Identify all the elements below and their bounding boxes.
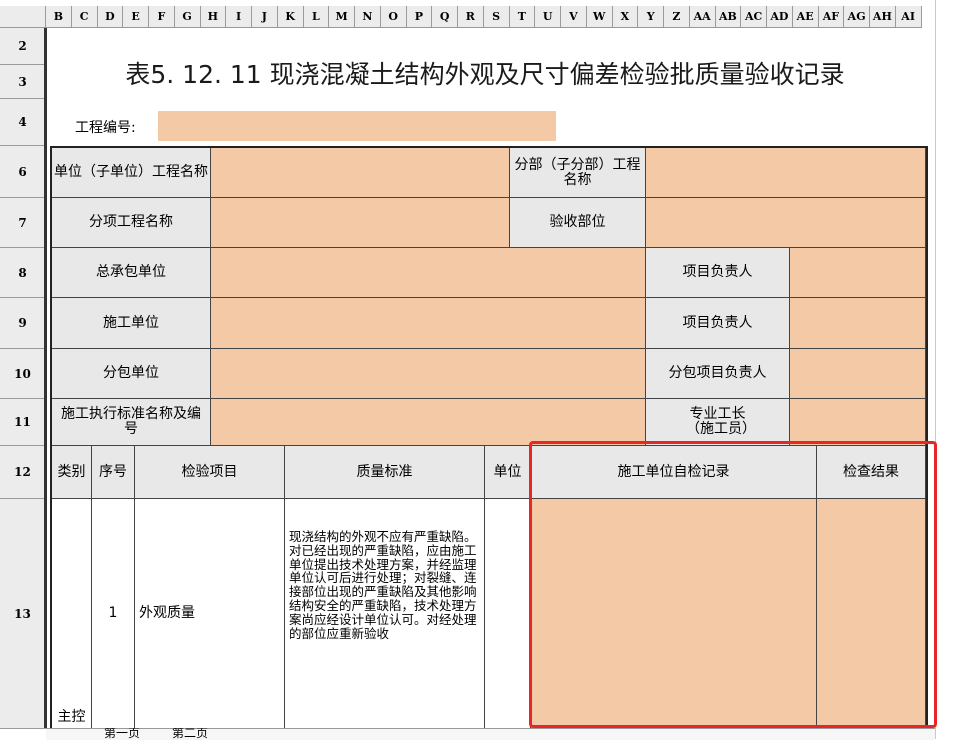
column-header-y[interactable]: Y [638,6,664,28]
standard-text: 现浇结构的外观不应有严重缺陷。对已经出现的严重缺陷，应由施工单位提出技术处理方案… [289,529,477,641]
column-header-aa[interactable]: AA [689,6,716,28]
column-header-i[interactable]: I [226,6,252,28]
column-header-h[interactable]: H [200,6,227,28]
construction-unit-input[interactable] [211,298,646,349]
item-project-label: 分项工程名称 [52,198,211,248]
sub-contractor-label: 分包单位 [52,349,211,399]
column-header-ai[interactable]: AI [895,6,922,28]
header-item: 检验项目 [135,446,285,499]
header-standard: 质量标准 [285,446,485,499]
column-header-d[interactable]: D [97,6,124,28]
sheet-tab-2[interactable]: 第二页 [172,728,208,739]
column-header-f[interactable]: F [149,6,175,28]
row-header-8[interactable]: 8 [0,248,46,298]
header-self-check: 施工单位自检记录 [531,446,817,499]
column-header-ag[interactable]: AG [844,6,870,28]
column-header-t[interactable]: T [509,6,536,28]
accept-part-label: 验收部位 [510,198,646,248]
seq-cell: 1 [92,499,135,729]
column-header-c[interactable]: C [71,6,98,28]
column-header-k[interactable]: K [277,6,304,28]
column-header-w[interactable]: W [586,6,613,28]
unit-cell[interactable] [485,499,531,729]
column-header-b[interactable]: B [46,6,72,28]
standard-input[interactable] [211,399,646,446]
sub-project-label: 分部（子分部）工程名称 [510,148,646,198]
row-header-3[interactable]: 3 [0,65,46,99]
header-seq: 序号 [92,446,135,499]
general-contractor-input[interactable] [211,248,646,298]
unit-project-input[interactable] [211,148,510,198]
column-header-q[interactable]: Q [432,6,458,28]
header-unit: 单位 [485,446,531,499]
row-header-2[interactable]: 2 [0,28,46,65]
sub-manager-input[interactable] [790,349,926,399]
item-project-input[interactable] [211,198,510,248]
column-header-bar: B C D E F G H I J K L M N O P Q R S T U V W X Y Z AA AB AC AD AE AF AG A… [0,0,935,28]
row-header-13[interactable]: 13 [0,499,46,729]
sub-project-input[interactable] [646,148,926,198]
project-number-label: 工程编号: [75,120,136,136]
row-header-11[interactable]: 11 [0,399,46,446]
standard-label: 施工执行标准名称及编号 [52,399,211,446]
column-header-ae[interactable]: AE [792,6,819,28]
foreman-label: 专业工长（施工员） [646,399,790,446]
column-header-o[interactable]: O [380,6,407,28]
header-category: 类别 [52,446,92,499]
column-header-z[interactable]: Z [664,6,690,28]
column-header-v[interactable]: V [561,6,587,28]
row-header-4[interactable]: 4 [0,99,46,146]
accept-part-input[interactable] [646,198,926,248]
form-title: 表5. 12. 11 现浇混凝土结构外观及尺寸偏差检验批质量验收记录 [125,60,845,89]
column-header-ac[interactable]: AC [741,6,767,28]
header-result: 检查结果 [817,446,926,499]
column-header-s[interactable]: S [483,6,510,28]
construction-unit-label: 施工单位 [52,298,211,349]
frozen-pane-divider [44,28,47,728]
column-header-j[interactable]: J [252,6,278,28]
project-manager-input[interactable] [790,248,926,298]
column-header-p[interactable]: P [406,6,433,28]
sub-manager-label: 分包项目负责人 [646,349,790,399]
result-input[interactable] [817,499,926,729]
project-manager2-input[interactable] [790,298,926,349]
general-contractor-label: 总承包单位 [52,248,211,298]
row-header-12[interactable]: 12 [0,446,46,499]
sub-contractor-input[interactable] [211,349,646,399]
column-header-u[interactable]: U [535,6,561,28]
category-cell: 主控 [52,499,92,729]
column-header-af[interactable]: AF [818,6,845,28]
row-header-7[interactable]: 7 [0,198,46,248]
column-header-ab[interactable]: AB [715,6,742,28]
project-manager-label: 项目负责人 [646,248,790,298]
column-header-n[interactable]: N [355,6,381,28]
column-header-l[interactable]: L [303,6,330,28]
project-number-input[interactable] [158,111,556,141]
column-header-e[interactable]: E [123,6,149,28]
column-header-ah[interactable]: AH [870,6,896,28]
row-header-6[interactable]: 6 [0,146,46,198]
unit-project-label: 单位（子单位）工程名称 [52,148,211,198]
column-header-ad[interactable]: AD [767,6,793,28]
self-check-input[interactable] [531,499,817,729]
row-header-9[interactable]: 9 [0,298,46,349]
column-header-m[interactable]: M [329,6,355,28]
column-header-g[interactable]: G [174,6,201,28]
sheet-tab-1[interactable]: 第一页 [104,728,140,739]
item-cell: 外观质量 [135,499,285,729]
foreman-input[interactable] [790,399,926,446]
column-header-r[interactable]: R [458,6,484,28]
scroll-gutter [935,0,978,739]
row-header-10[interactable]: 10 [0,349,46,399]
project-manager2-label: 项目负责人 [646,298,790,349]
column-header-x[interactable]: X [612,6,639,28]
